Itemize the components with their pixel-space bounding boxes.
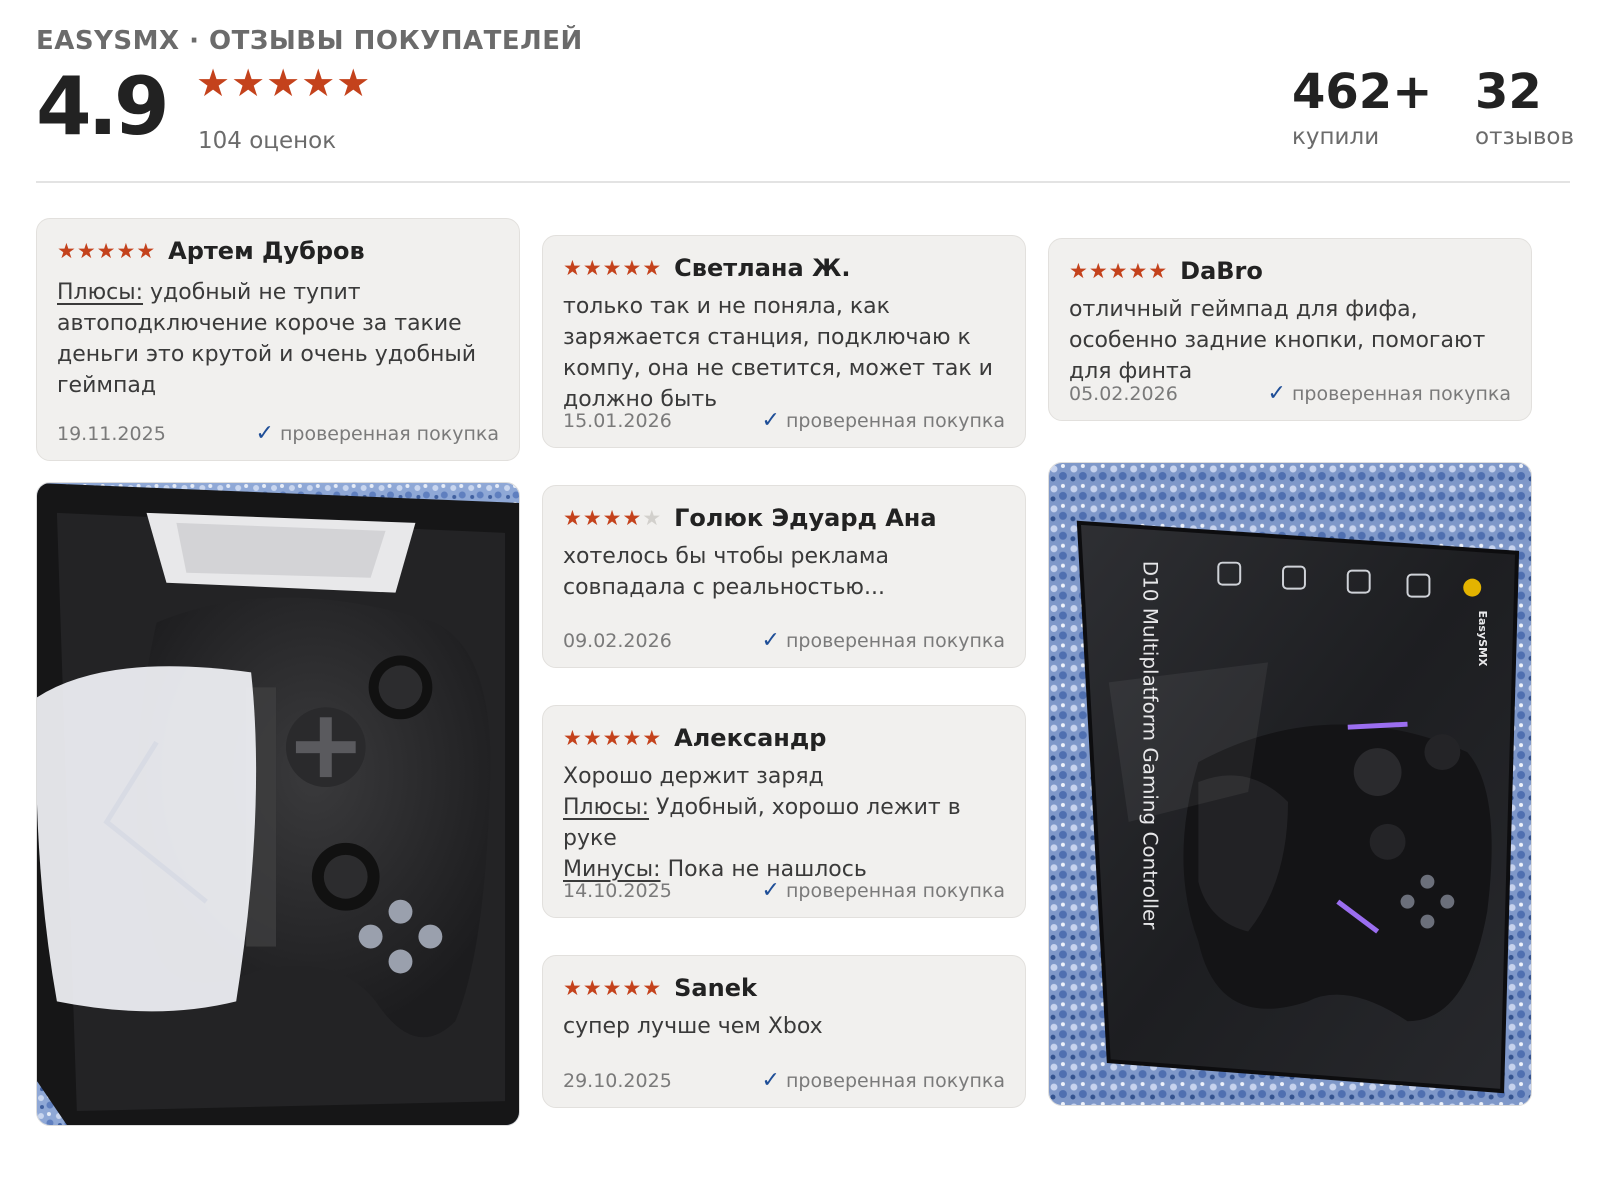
reviews-label: отзывов xyxy=(1475,124,1575,150)
review-text: хотелось бы чтобы реклама совпадала с ре… xyxy=(563,544,889,600)
bought-count: 462+ xyxy=(1292,64,1433,120)
star-icon: ★ xyxy=(563,505,583,530)
star-icon: ★ xyxy=(622,505,643,530)
star-icon: ★ xyxy=(642,255,663,280)
review-stars: ★★★★★ xyxy=(563,725,663,750)
verified-label: проверенная покупка xyxy=(785,1070,1005,1092)
reviews-count: 32 xyxy=(1475,64,1542,120)
review-text: Хорошо держит заряд Плюсы: Удобный, хоро… xyxy=(563,761,1013,885)
review-card[interactable]: ★★★★★ DaBro отличный геймпад для фифа, о… xyxy=(1048,238,1532,421)
pros-label: Плюсы: xyxy=(57,280,144,305)
check-icon: ✓ xyxy=(761,878,780,903)
verified-label: проверенная покупка xyxy=(785,880,1005,902)
star-icon: ★ xyxy=(116,238,137,263)
review-author: Голюк Эдуард Ана xyxy=(674,504,937,532)
controller-photo-image xyxy=(37,483,519,1125)
review-text: только так и не поняла, как заряжается с… xyxy=(563,294,993,412)
star-icon: ★ xyxy=(582,505,603,530)
review-text: отличный геймпад для фифа, особенно задн… xyxy=(1069,297,1486,384)
verified-badge: ✓ проверенная покупка xyxy=(762,878,1005,903)
star-icon: ★ xyxy=(1088,258,1109,283)
verified-badge: ✓ проверенная покупка xyxy=(256,421,499,446)
star-icon: ★ xyxy=(1148,258,1169,283)
star-icon: ★ xyxy=(1069,258,1089,283)
star-icon: ★ xyxy=(57,238,77,263)
star-icon: ★ xyxy=(1108,258,1129,283)
check-icon: ✓ xyxy=(761,408,780,433)
pros-label: Плюсы: xyxy=(563,795,650,820)
review-card[interactable]: ★★★★★ Sanek супер лучше чем Xbox 29.10.2… xyxy=(542,955,1026,1108)
star-icon: ★ xyxy=(96,238,117,263)
verified-badge: ✓ проверенная покупка xyxy=(762,628,1005,653)
header-divider xyxy=(36,181,1570,183)
star-icon: ★ xyxy=(76,238,97,263)
star-icon: ★ xyxy=(1128,258,1149,283)
box-photo-image: EasySMX D10 Multiplatform Gaming Control… xyxy=(1049,463,1531,1105)
verified-badge: ✓ проверенная покупка xyxy=(1268,381,1511,406)
reviews-stat: 32 отзывов xyxy=(1475,62,1574,150)
star-icon: ★ xyxy=(622,725,643,750)
star-icon: ★ xyxy=(642,725,663,750)
star-icon: ★ xyxy=(602,725,623,750)
page-title: EASYSMX · ОТЗЫВЫ ПОКУПАТЕЛЕЙ xyxy=(36,26,583,56)
verified-badge: ✓ проверенная покупка xyxy=(762,408,1005,433)
star-icon: ★ xyxy=(563,975,583,1000)
review-text: Плюсы: удобный не тупит автоподключение … xyxy=(57,277,507,401)
check-icon: ✓ xyxy=(255,421,274,446)
ratings-count: 104 оценок xyxy=(198,128,337,154)
review-author: Александр xyxy=(674,724,827,752)
verified-label: проверенная покупка xyxy=(785,630,1005,652)
bought-label: купили xyxy=(1292,124,1380,150)
review-date: 19.11.2025 xyxy=(57,423,166,445)
review-author: Светлана Ж. xyxy=(674,254,851,282)
review-date: 29.10.2025 xyxy=(563,1070,672,1092)
check-icon: ✓ xyxy=(761,628,780,653)
verified-label: проверенная покупка xyxy=(785,410,1005,432)
verified-badge: ✓ проверенная покупка xyxy=(762,1068,1005,1093)
star-icon: ★ xyxy=(563,725,583,750)
star-icon: ★ xyxy=(642,505,663,530)
review-date: 15.01.2026 xyxy=(563,410,672,432)
review-stars: ★★★★★ xyxy=(563,975,663,1000)
review-text: супер лучше чем Xbox xyxy=(563,1014,823,1039)
review-date: 09.02.2026 xyxy=(563,630,672,652)
star-icon: ★ xyxy=(622,975,643,1000)
review-date: 05.02.2026 xyxy=(1069,383,1178,405)
review-photo-box[interactable]: EasySMX D10 Multiplatform Gaming Control… xyxy=(1048,462,1532,1106)
review-author: Артем Дубров xyxy=(168,237,365,265)
review-card[interactable]: ★★★★★ Александр Хорошо держит заряд Плюс… xyxy=(542,705,1026,918)
verified-label: проверенная покупка xyxy=(1291,383,1511,405)
star-icon: ★ xyxy=(563,255,583,280)
review-date: 14.10.2025 xyxy=(563,880,672,902)
star-icon: ★ xyxy=(582,255,603,280)
average-rating-stars: ★★★★★ xyxy=(196,61,372,105)
verified-label: проверенная покупка xyxy=(279,423,499,445)
box-brand-text: EasySMX xyxy=(1476,611,1489,667)
star-icon: ★ xyxy=(642,975,663,1000)
review-main-text: Хорошо держит заряд xyxy=(563,764,824,789)
review-card[interactable]: ★★★★★ Голюк Эдуард Ана хотелось бы чтобы… xyxy=(542,485,1026,668)
review-stars: ★★★★★ xyxy=(57,238,157,263)
average-rating: 4.9 xyxy=(36,60,170,153)
star-icon: ★ xyxy=(602,505,623,530)
review-author: Sanek xyxy=(674,974,757,1002)
star-icon: ★ xyxy=(602,255,623,280)
review-stars: ★★★★★ xyxy=(1069,258,1169,283)
review-card[interactable]: ★★★★★ Светлана Ж. только так и не поняла… xyxy=(542,235,1026,448)
star-icon: ★ xyxy=(622,255,643,280)
review-card[interactable]: ★★★★★ Артем Дубров Плюсы: удобный не туп… xyxy=(36,218,520,461)
star-icon: ★ xyxy=(582,725,603,750)
review-author: DaBro xyxy=(1180,257,1263,285)
review-photo-controller[interactable] xyxy=(36,482,520,1126)
star-icon: ★ xyxy=(136,238,157,263)
review-stars: ★★★★★ xyxy=(563,505,663,530)
review-stars: ★★★★★ xyxy=(563,255,663,280)
star-icon: ★ xyxy=(582,975,603,1000)
check-icon: ✓ xyxy=(761,1068,780,1093)
star-icon: ★ xyxy=(602,975,623,1000)
bought-stat: 462+ купили xyxy=(1292,62,1432,150)
check-icon: ✓ xyxy=(1267,381,1286,406)
